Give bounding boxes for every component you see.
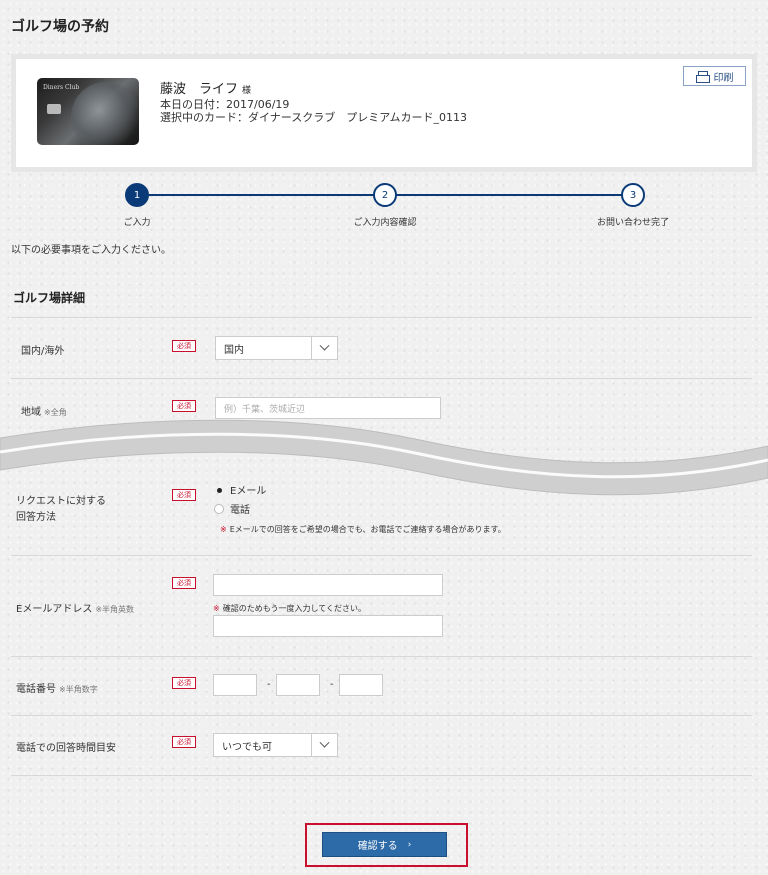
step-2-label: ご入力内容確認: [353, 218, 417, 228]
printer-icon: [695, 71, 710, 83]
member-honorific: 様: [242, 86, 252, 96]
email-label-text: Eメールアドレス: [16, 604, 93, 615]
reply-method-label-1: リクエストに対する: [16, 496, 106, 507]
chevron-down-icon: [319, 340, 330, 351]
print-button-label: 印刷: [713, 72, 734, 84]
required-badge: 必須: [172, 677, 196, 689]
member-info-inner: Diners Club 藤波 ライフ様 本日の日付：2017/06/19 選択中…: [16, 59, 752, 167]
credit-card-image: Diners Club: [37, 78, 139, 145]
reply-option-email[interactable]: Eメール: [214, 482, 266, 497]
divider: [11, 378, 752, 379]
card-globe-graphic: [71, 82, 139, 145]
notice-mark: ※: [213, 604, 220, 613]
required-badge: 必須: [172, 340, 196, 352]
member-name: 藤波 ライフ様: [160, 78, 251, 97]
section-title: ゴルフ場詳細: [13, 291, 86, 305]
step-1-label: ご入力: [123, 218, 151, 228]
email-confirm-input[interactable]: [213, 615, 443, 637]
member-info-panel: Diners Club 藤波 ライフ様 本日の日付：2017/06/19 選択中…: [11, 54, 757, 172]
phone-input-2[interactable]: [276, 674, 320, 696]
step-2-circle: 2: [373, 183, 397, 207]
required-badge: 必須: [172, 736, 196, 748]
reply-option-phone[interactable]: 電話: [214, 501, 250, 516]
card-chip: [47, 104, 61, 114]
card-brand-logo: Diners Club: [43, 84, 80, 91]
phone-input-1[interactable]: [213, 674, 257, 696]
divider: [11, 317, 752, 318]
divider: [11, 775, 752, 776]
reply-option-phone-label: 電話: [230, 505, 250, 516]
step-3-circle: 3: [621, 183, 645, 207]
page-title: ゴルフ場の予約: [11, 19, 109, 35]
step-3-label: お問い合わせ完了: [596, 218, 669, 228]
divider: [11, 555, 752, 556]
reply-time-select[interactable]: いつでも可: [213, 733, 338, 757]
email-note: ※半角英数: [95, 605, 135, 614]
print-button[interactable]: 印刷: [683, 66, 746, 86]
select-arrow: [311, 337, 337, 359]
chevron-right-icon: ›: [407, 839, 412, 850]
phone-separator: -: [330, 679, 334, 690]
phone-input-3[interactable]: [339, 674, 383, 696]
reply-method-notice: ※ Eメールでの回答をご希望の場合でも、お電話でご連絡する場合があります。: [220, 524, 506, 535]
intro-text: 以下の必要事項をご入力ください。: [11, 245, 171, 256]
member-name-text: 藤波 ライフ: [160, 82, 239, 97]
email-confirm-notice: ※ 確認のためもう一度入力してください。: [213, 603, 366, 614]
step-1-circle: 1: [125, 183, 149, 207]
required-badge: 必須: [172, 577, 196, 589]
page-background: ゴルフ場の予約 Diners Club 藤波 ライフ様 本日の日付：2017/0…: [0, 0, 768, 875]
reply-method-label-2: 回答方法: [16, 512, 56, 523]
reply-time-value: いつでも可: [222, 741, 272, 753]
confirm-button-label: 確認する: [357, 841, 398, 852]
radio-checked-icon[interactable]: [214, 485, 224, 495]
email-input[interactable]: [213, 574, 443, 596]
page-break-wave: [0, 419, 768, 496]
phone-label: 電話番号 ※半角数字: [16, 680, 98, 695]
domestic-overseas-value: 国内: [224, 344, 244, 356]
email-label: Eメールアドレス ※半角英数: [16, 600, 134, 615]
required-badge: 必須: [172, 489, 196, 501]
domestic-overseas-select[interactable]: 国内: [215, 336, 338, 360]
radio-unchecked-icon[interactable]: [214, 503, 224, 514]
phone-label-text: 電話番号: [16, 684, 56, 695]
divider: [11, 715, 752, 716]
reply-option-email-label: Eメール: [230, 486, 267, 497]
phone-note: ※半角数字: [59, 685, 98, 694]
chevron-down-icon: [319, 737, 330, 748]
confirm-button[interactable]: 確認する ›: [322, 832, 447, 857]
reply-time-label: 電話での回答時間目安: [16, 743, 116, 754]
notice-mark: ※: [220, 525, 227, 534]
select-arrow: [311, 734, 337, 756]
selected-card: 選択中のカード：ダイナースクラブ プレミアムカード_0113: [160, 111, 467, 124]
email-confirm-notice-text: 確認のためもう一度入力してください。: [222, 604, 366, 613]
phone-separator: -: [267, 679, 271, 690]
divider: [11, 656, 752, 657]
domestic-overseas-label: 国内/海外: [21, 346, 65, 357]
reply-method-notice-text: Eメールでの回答をご希望の場合でも、お電話でご連絡する場合があります。: [229, 525, 506, 534]
